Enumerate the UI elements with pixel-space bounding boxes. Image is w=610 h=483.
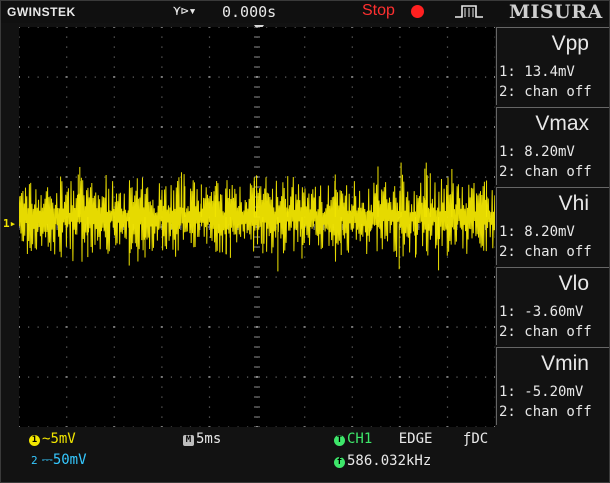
graticule	[19, 27, 495, 427]
frequency-badge-icon: f	[334, 457, 345, 468]
frequency-readout: f 586.032kHz	[334, 453, 431, 469]
brand-logo: GWINSTEK	[7, 5, 76, 19]
measurement-box-vmin[interactable]: Vmin 1: -5.20mV 2: chan off	[496, 347, 609, 425]
measurement-ch1-value: 1: 8.20mV	[499, 224, 575, 240]
measurement-title: Vhi	[558, 192, 589, 215]
watermark-text: MISURA	[509, 1, 603, 23]
measurement-title: Vmin	[541, 352, 589, 375]
rising-edge-trigger-icon	[454, 4, 484, 24]
measurement-ch2-value: 2: chan off	[499, 244, 592, 260]
run-status-label: Stop	[362, 2, 395, 19]
ch1-badge-icon: 1	[29, 435, 40, 446]
trigger-position-arrows-icon: ⋎⊳▾	[173, 4, 197, 19]
stop-indicator-icon	[411, 5, 424, 18]
trigger-source: CH1	[347, 431, 373, 447]
main-timebase-icon: M	[183, 435, 194, 446]
ch1-volts-per-div: 5mV	[50, 431, 76, 447]
trigger-type: EDGE	[398, 431, 433, 447]
measurement-title: Vpp	[551, 32, 589, 55]
ch2-badge: 2	[31, 454, 38, 467]
measurement-box-vlo[interactable]: Vlo 1: -3.60mV 2: chan off	[496, 267, 609, 345]
trigger-badge-icon: T	[334, 435, 345, 446]
timebase-readout[interactable]: M 5ms	[183, 431, 221, 447]
trigger-coupling: ƒDC	[462, 431, 489, 447]
trigger-position-value: 0.000s	[222, 3, 277, 21]
trigger-readout[interactable]: T CH1 EDGE ƒDC	[334, 431, 488, 447]
measurement-ch2-value: 2: chan off	[499, 324, 592, 340]
dc-coupling-icon: ⎓	[41, 452, 53, 468]
ch2-volts-per-div: 50mV	[52, 452, 87, 468]
channel1-ground-marker[interactable]: 1▸	[3, 217, 16, 230]
measurement-panel: Vpp 1: 13.4mV 2: chan off Vmax 1: 8.20mV 2: c…	[496, 27, 609, 427]
measurement-ch2-value: 2: chan off	[499, 404, 592, 420]
measurement-ch1-value: 1: -3.60mV	[499, 304, 584, 320]
bottom-info-bar: 1 ~5mV 2 ⎓50mV M 5ms T CH1 EDGE ƒDC f 586.032…	[1, 429, 609, 482]
measurement-ch2-value: 2: chan off	[499, 164, 592, 180]
ch2-scale-readout[interactable]: 2 ⎓50mV	[31, 452, 87, 468]
measurement-box-vpp[interactable]: Vpp 1: 13.4mV 2: chan off	[496, 27, 609, 105]
measurement-ch2-value: 2: chan off	[499, 84, 592, 100]
measurement-ch1-value: 1: 13.4mV	[499, 64, 575, 80]
time-per-div: 5ms	[196, 431, 222, 447]
top-status-bar: GWINSTEK ⋎⊳▾ 0.000s Stop MISURA	[1, 1, 609, 24]
measurement-title: Vmax	[535, 112, 589, 135]
measurement-ch1-value: 1: -5.20mV	[499, 384, 584, 400]
measurement-box-vhi[interactable]: Vhi 1: 8.20mV 2: chan off	[496, 187, 609, 265]
measurement-title: Vlo	[558, 272, 589, 295]
measurement-box-vmax[interactable]: Vmax 1: 8.20mV 2: chan off	[496, 107, 609, 185]
waveform-display	[19, 27, 495, 427]
oscilloscope-screen: GWINSTEK ⋎⊳▾ 0.000s Stop MISURA 1▸ Vpp 1:…	[0, 0, 610, 483]
measurement-ch1-value: 1: 8.20mV	[499, 144, 575, 160]
frequency-value: 586.032kHz	[347, 453, 432, 469]
ch1-scale-readout[interactable]: 1 ~5mV	[29, 431, 76, 447]
